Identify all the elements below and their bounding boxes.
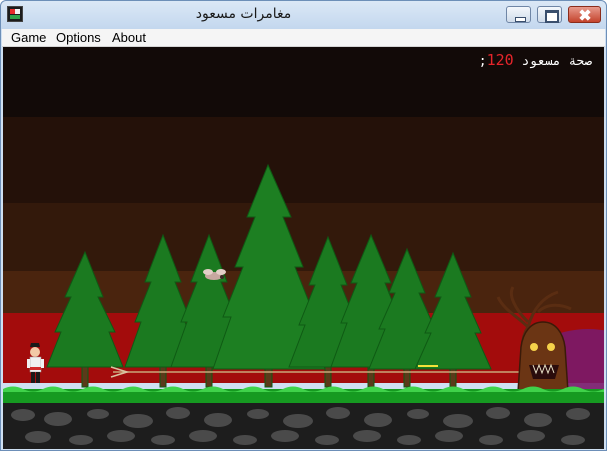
health-display: صحة مسعود 120; <box>479 51 592 69</box>
health-value: 120 <box>486 51 514 69</box>
title-bar[interactable]: مغامرات مسعود <box>1 1 606 29</box>
menu-bar: Game Options About <box>2 29 605 47</box>
player-sprite <box>27 343 44 383</box>
menu-about[interactable]: About <box>112 30 146 45</box>
maximize-button[interactable] <box>537 6 562 23</box>
health-separator: ; <box>478 54 487 69</box>
game-canvas[interactable]: صحة مسعود 120; <box>3 47 604 449</box>
close-button[interactable] <box>568 6 601 23</box>
maximize-icon <box>538 7 561 23</box>
menu-game[interactable]: Game <box>11 30 46 45</box>
minimize-icon <box>507 7 530 22</box>
window-title: مغامرات مسعود <box>195 6 292 22</box>
game-window: مغامرات مسعود Game Options About صحة مسع… <box>0 0 607 451</box>
health-label: صحة مسعود <box>521 54 592 69</box>
scene-graphics <box>3 163 604 449</box>
minimize-button[interactable] <box>506 6 531 23</box>
menu-options[interactable]: Options <box>56 30 101 45</box>
close-icon <box>569 7 600 22</box>
